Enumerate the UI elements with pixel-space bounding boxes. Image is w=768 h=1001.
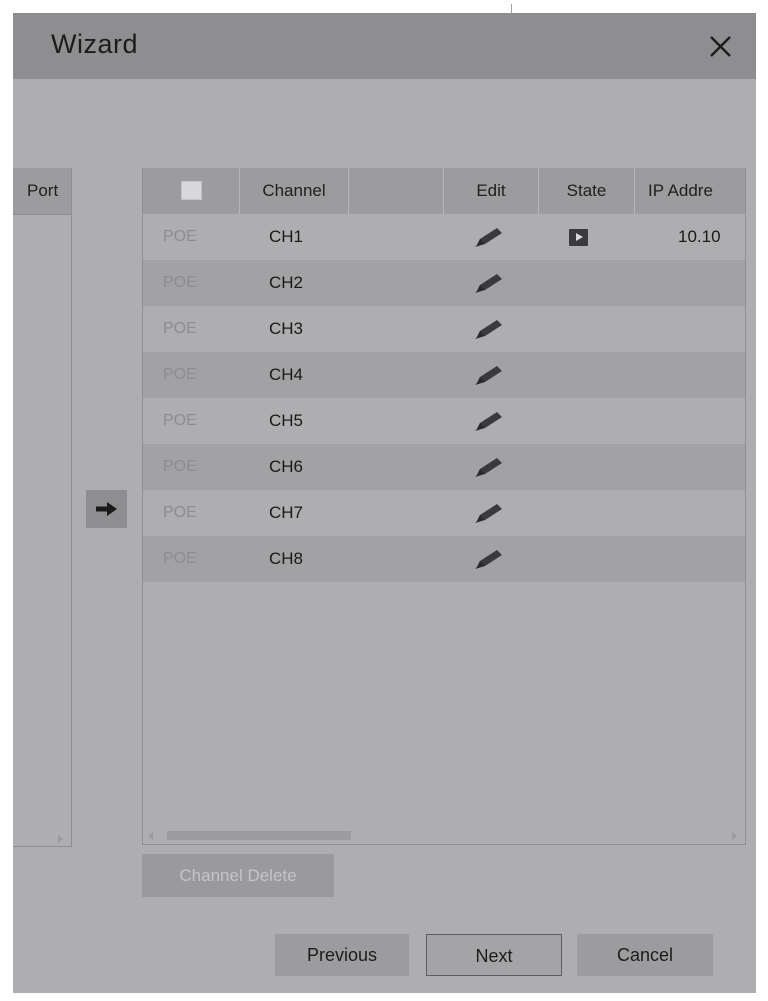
channel-type: POE: [163, 412, 197, 429]
channel-type: POE: [163, 228, 197, 245]
edit-channel-button[interactable]: [471, 214, 507, 260]
pencil-icon: [475, 274, 502, 293]
edit-channel-button[interactable]: [471, 444, 507, 490]
close-icon: [710, 36, 731, 57]
channel-name: CH4: [269, 365, 304, 384]
next-button[interactable]: Next: [426, 934, 562, 976]
select-all-checkbox[interactable]: [180, 180, 202, 200]
edit-channel-button[interactable]: [471, 306, 507, 352]
pencil-icon: [475, 504, 502, 523]
window-title: Wizard: [51, 29, 139, 59]
channel-type: POE: [163, 504, 197, 521]
live-view-button[interactable]: [569, 214, 589, 260]
wizard-window: Wizard Port Channel Edit State IP Addre …: [13, 13, 756, 993]
pencil-icon: [475, 550, 502, 569]
channel-name: CH5: [269, 411, 304, 430]
channel-type: POE: [163, 366, 197, 383]
channel-table-scrollbar[interactable]: [143, 829, 745, 842]
table-row[interactable]: POE CH2: [143, 260, 745, 306]
edit-channel-button[interactable]: [471, 536, 507, 582]
column-header-blank[interactable]: [349, 168, 444, 214]
channel-delete-button[interactable]: Channel Delete: [142, 854, 334, 897]
table-row[interactable]: POE CH8: [143, 536, 745, 582]
channel-name: CH3: [269, 319, 304, 338]
pencil-icon: [475, 458, 502, 477]
column-header-channel[interactable]: Channel: [240, 168, 349, 214]
add-to-channel-button[interactable]: [86, 490, 127, 528]
close-button[interactable]: [704, 29, 738, 63]
scroll-left-icon: [148, 832, 153, 840]
column-header-state[interactable]: State: [539, 168, 635, 214]
ip-address: 10.10: [678, 227, 721, 246]
channel-name: CH2: [269, 273, 304, 292]
cancel-button[interactable]: Cancel: [577, 934, 713, 976]
channel-name: CH1: [269, 227, 304, 246]
channel-type: POE: [163, 320, 197, 337]
select-all-header: [143, 168, 240, 214]
edit-channel-button[interactable]: [471, 260, 507, 306]
arrow-right-icon: [96, 502, 117, 516]
edit-channel-button[interactable]: [471, 490, 507, 536]
pencil-icon: [475, 320, 502, 339]
play-icon: [569, 229, 588, 246]
pencil-icon: [475, 228, 502, 247]
pencil-icon: [475, 412, 502, 431]
channel-name: CH6: [269, 457, 304, 476]
channel-name: CH8: [269, 549, 304, 568]
table-row[interactable]: POE CH6: [143, 444, 745, 490]
scroll-right-icon: [732, 832, 737, 840]
table-row[interactable]: POE CH4: [143, 352, 745, 398]
column-header-port[interactable]: Port: [27, 181, 58, 201]
column-header-edit[interactable]: Edit: [444, 168, 539, 214]
channel-type: POE: [163, 550, 197, 567]
table-row[interactable]: POE CH1 10.10: [143, 214, 745, 260]
channel-table: Channel Edit State IP Addre POE CH1 10.10 P…: [142, 168, 746, 845]
table-row[interactable]: POE CH7: [143, 490, 745, 536]
channel-type: POE: [163, 458, 197, 475]
pencil-icon: [475, 366, 502, 385]
table-row[interactable]: POE CH5: [143, 398, 745, 444]
channel-table-header: Channel Edit State IP Addre: [143, 168, 745, 214]
scrollbar-thumb[interactable]: [167, 831, 351, 840]
channel-name: CH7: [269, 503, 304, 522]
column-header-ip-address[interactable]: IP Addre: [635, 168, 745, 214]
edit-channel-button[interactable]: [471, 398, 507, 444]
device-list-header: Port: [13, 168, 71, 215]
scroll-right-icon: [58, 835, 63, 843]
channel-type: POE: [163, 274, 197, 291]
title-bar: Wizard: [13, 13, 756, 79]
table-row[interactable]: POE CH3: [143, 306, 745, 352]
device-list-scrollbar[interactable]: [13, 834, 71, 844]
previous-button[interactable]: Previous: [275, 934, 409, 976]
edit-channel-button[interactable]: [471, 352, 507, 398]
device-list-panel: Port: [13, 168, 72, 847]
